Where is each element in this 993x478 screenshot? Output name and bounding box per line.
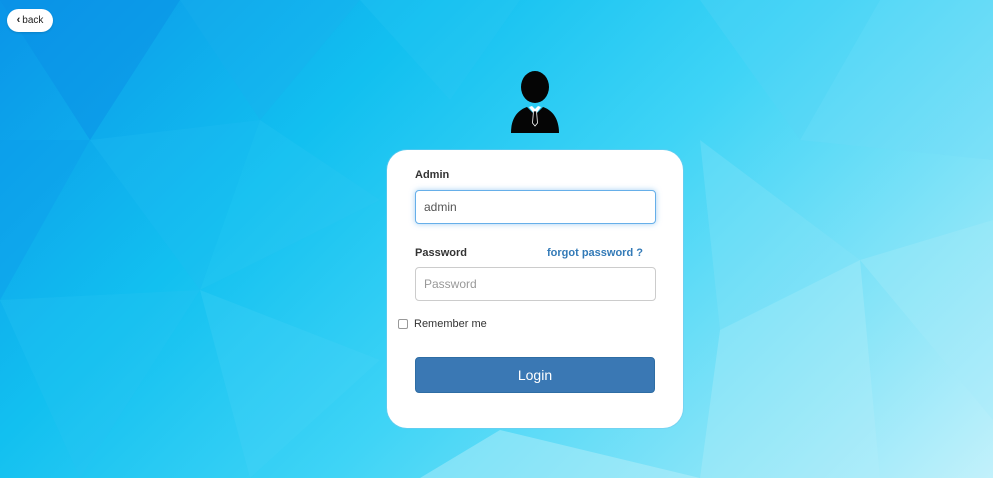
password-input[interactable] [415,267,656,301]
password-label: Password [415,247,467,259]
back-button-label: back [22,15,44,26]
back-button[interactable]: ‹ back [7,9,53,32]
remember-me-label: Remember me [414,318,487,330]
login-page: ‹ back Admin Password forgot password ? … [0,0,993,478]
remember-me-row: Remember me [398,318,487,330]
remember-me-checkbox[interactable] [398,319,408,329]
forgot-password-link[interactable]: forgot password ? [547,247,643,259]
user-suit-icon [511,71,559,133]
login-button[interactable]: Login [415,357,655,393]
username-label: Admin [415,169,450,181]
login-card: Admin Password forgot password ? Remembe… [387,150,683,428]
chevron-left-icon: ‹ [16,14,21,26]
username-input[interactable] [415,190,656,224]
